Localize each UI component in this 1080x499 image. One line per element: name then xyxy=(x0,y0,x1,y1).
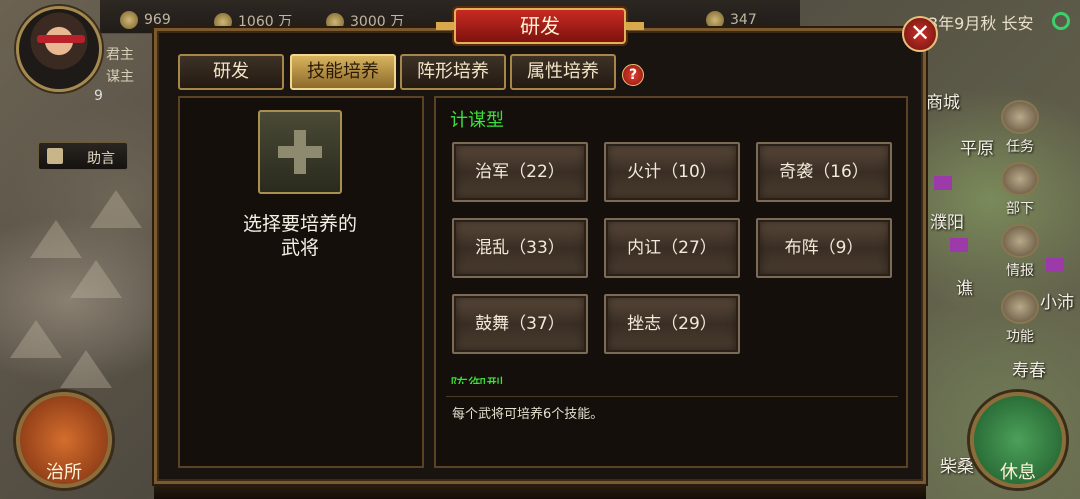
dialog-title: 研发 xyxy=(436,8,644,44)
faction-flag-icon xyxy=(934,176,952,190)
player-level: 9 xyxy=(94,88,103,104)
category-label: 计谋型 xyxy=(450,110,504,131)
skill-button[interactable]: 布阵（9） xyxy=(756,218,892,278)
add-general-button[interactable] xyxy=(258,110,342,194)
subordinates-button[interactable]: 部下 xyxy=(994,162,1046,218)
city-label[interactable]: 商城 xyxy=(926,88,960,113)
rest-button[interactable]: 休息 xyxy=(970,392,1066,488)
faction-flag-icon xyxy=(1046,258,1064,272)
skill-button[interactable]: 治军（22） xyxy=(452,142,588,202)
skill-grid: 治军（22） 火计（10） 奇袭（16） 混乱（33） 内讧（27） 布阵（9）… xyxy=(452,142,898,380)
city-label[interactable]: 柴桑 xyxy=(940,452,974,477)
government-office-button[interactable]: 治所 xyxy=(16,392,112,488)
coin-icon xyxy=(120,11,138,29)
faction-flag-icon xyxy=(950,238,968,252)
close-button[interactable]: ✕ xyxy=(902,16,938,52)
skill-button[interactable]: 内讧（27） xyxy=(604,218,740,278)
skill-button[interactable]: 混乱（33） xyxy=(452,218,588,278)
help-icon[interactable]: ? xyxy=(622,64,644,86)
gear-icon xyxy=(1001,290,1039,324)
next-category-label: 阵御型 xyxy=(450,376,504,384)
scroll-icon xyxy=(1001,100,1039,134)
task-button[interactable]: 任务 xyxy=(994,100,1046,156)
tab-attribute-training[interactable]: 属性培养 xyxy=(510,54,616,90)
book-icon xyxy=(47,148,63,164)
footer-note: 每个武将可培养6个技能。 xyxy=(452,407,604,422)
coin-resource: 969 xyxy=(120,11,171,29)
city-label[interactable]: 濮阳 xyxy=(930,208,964,233)
divider xyxy=(446,396,898,397)
skill-button[interactable]: 奇袭（16） xyxy=(756,142,892,202)
skill-button[interactable]: 火计（10） xyxy=(604,142,740,202)
functions-button[interactable]: 功能 xyxy=(994,290,1046,346)
player-avatar[interactable] xyxy=(16,6,102,92)
advice-button[interactable]: 助言 xyxy=(38,142,128,170)
building-icon xyxy=(1001,224,1039,258)
date-location: 3年9月秋 长安 xyxy=(928,14,1034,33)
tab-research[interactable]: 研发 xyxy=(178,54,284,90)
city-label[interactable]: 平原 xyxy=(960,134,994,159)
skill-button[interactable]: 挫志（29） xyxy=(604,294,740,354)
dialog-bottom-strip xyxy=(154,484,926,499)
intel-button[interactable]: 情报 xyxy=(994,224,1046,280)
player-titles: 君主 谋主 xyxy=(106,47,134,85)
network-signal-icon xyxy=(1052,12,1070,30)
token-icon xyxy=(706,11,724,29)
city-label[interactable]: 寿春 xyxy=(1012,356,1046,381)
skill-button[interactable]: 鼓舞（37） xyxy=(452,294,588,354)
select-general-hint: 选择要培养的武将 xyxy=(242,213,357,259)
tab-formation-training[interactable]: 阵形培养 xyxy=(400,54,506,90)
tab-skill-training[interactable]: 技能培养 xyxy=(290,54,396,90)
helmet-icon xyxy=(1001,162,1039,196)
token-resource: 347 xyxy=(706,11,757,29)
city-label[interactable]: 谯 xyxy=(956,274,973,299)
